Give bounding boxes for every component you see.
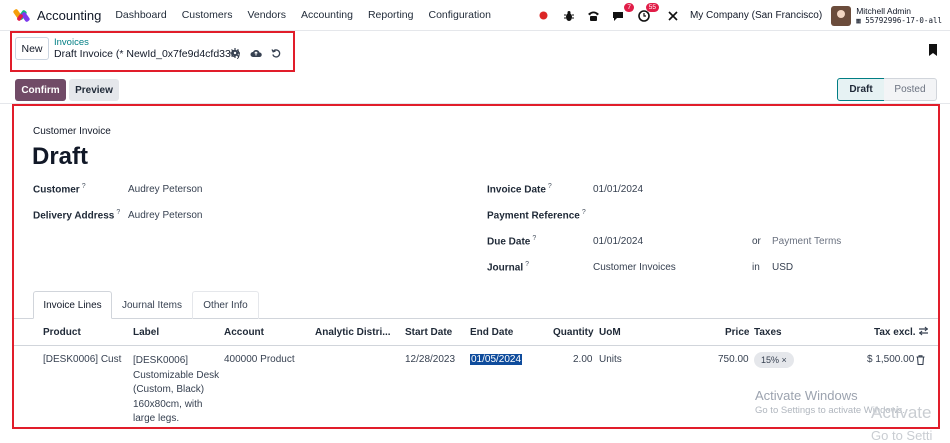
preview-button[interactable]: Preview [69,79,119,101]
row-uom[interactable]: Units [599,354,622,365]
due-date-help-icon[interactable]: ? [532,235,536,242]
chatter-toggle-icon[interactable] [928,43,940,57]
payment-reference-label: Payment Reference? [487,209,586,221]
due-date-field[interactable]: 01/01/2024 [593,236,643,247]
invoice-date-help-icon[interactable]: ? [548,183,552,190]
delivery-address-help-icon[interactable]: ? [116,209,120,216]
activity-badge: 55 [645,2,659,12]
row-end-date[interactable]: 01/05/2024 [470,354,523,365]
discard-icon[interactable] [270,47,282,59]
invoice-date-label-text: Invoice Date [487,184,546,196]
user-name: Mitchell Admin [856,5,912,16]
row-end-date-value: 01/05/2024 [470,354,523,365]
payment-reference-help-icon[interactable]: ? [582,209,586,216]
invoice-date-label: Invoice Date? [487,183,552,195]
col-uom[interactable]: UoM [599,327,621,338]
status-dot-icon[interactable] [536,8,552,24]
col-taxes[interactable]: Taxes [754,327,782,338]
delivery-address-label-text: Delivery Address [33,210,115,222]
col-end-date[interactable]: End Date [470,327,513,338]
app-title: Accounting [37,7,102,23]
row-price[interactable]: 750.00 [718,354,749,365]
due-date-label-text: Due Date [487,236,531,248]
invoice-date-field[interactable]: 01/01/2024 [593,184,643,195]
delivery-address-label: Delivery Address? [33,209,120,221]
windows-watermark-title-overlay: Activate [871,403,932,422]
chat-badge: 7 [624,2,634,12]
due-date-or-text: or [752,236,761,247]
app-brand[interactable]: Accounting [12,7,115,23]
bug-icon[interactable] [561,8,577,24]
payment-terms-field[interactable]: Payment Terms [772,236,841,247]
row-start-date[interactable]: 12/28/2023 [405,354,455,365]
database-name: ▦ 55792996-17-0-all [856,15,942,25]
row-quantity[interactable]: 2.00 [573,354,592,365]
menu-configuration[interactable]: Configuration [428,9,490,21]
col-product[interactable]: Product [43,327,81,338]
tab-other-info[interactable]: Other Info [192,291,259,319]
breadcrumb-invoices[interactable]: Invoices [54,37,89,48]
stage-posted[interactable]: Posted [884,78,937,101]
col-quantity[interactable]: Quantity [553,327,594,338]
col-tax-excl[interactable]: Tax excl. [874,327,916,338]
company-switcher[interactable]: My Company (San Francisco) [690,10,822,21]
invoice-name: Draft [32,143,89,170]
journal-label-text: Journal [487,262,524,274]
menu-reporting[interactable]: Reporting [368,9,414,21]
payment-reference-field[interactable] [593,210,893,222]
col-account[interactable]: Account [224,327,264,338]
menu-dashboard[interactable]: Dashboard [115,9,166,21]
user-menu[interactable]: Mitchell Admin ▦ 55792996-17-0-all [856,6,942,26]
customer-label: Customer? [33,183,86,195]
windows-watermark-subtitle-overlay: Go to Setti [871,428,933,443]
col-price[interactable]: Price [725,327,749,338]
gear-icon[interactable] [229,47,241,59]
customer-help-icon[interactable]: ? [82,183,86,190]
menu-accounting[interactable]: Accounting [301,9,353,21]
menu-vendors[interactable]: Vendors [247,9,286,21]
confirm-button[interactable]: Confirm [15,79,66,101]
top-navbar: Accounting Dashboard Customers Vendors A… [0,0,950,31]
main-menu: Dashboard Customers Vendors Accounting R… [115,9,506,21]
journal-help-icon[interactable]: ? [525,261,529,268]
avatar[interactable] [831,5,852,26]
row-label[interactable]: [DESK0006] Customizable Desk (Custom, Bl… [133,354,221,427]
customer-label-text: Customer [33,184,80,196]
tools-icon[interactable] [665,8,681,24]
column-settings-icon[interactable] [918,326,929,339]
clock-icon[interactable]: 55 [636,2,659,24]
currency-field[interactable]: USD [772,262,793,273]
systray: 7 55 My Company (San Francisco) Mitchell… [536,0,942,31]
due-date-label: Due Date? [487,235,536,247]
payment-reference-label-text: Payment Reference [487,210,580,222]
journal-in-text: in [752,262,760,273]
save-cloud-icon[interactable] [250,47,262,59]
record-title: Draft Invoice (* NewId_0x7fe9d4cfd330) [54,48,241,60]
journal-label: Journal? [487,261,529,273]
customer-field[interactable]: Audrey Peterson [128,184,203,195]
tab-journal-items[interactable]: Journal Items [112,291,192,319]
row-product[interactable]: [DESK0006] Cust [43,354,123,365]
tax-tag[interactable]: 15% × [754,352,794,368]
accounting-logo-icon [12,7,31,23]
menu-customers[interactable]: Customers [182,9,233,21]
database-label: 55792996-17-0-all [865,15,942,25]
col-start-date[interactable]: Start Date [405,327,452,338]
journal-field[interactable]: Customer Invoices [593,262,676,273]
phone-icon[interactable] [586,8,602,24]
row-subtotal: $ 1,500.00 [867,354,915,365]
stage-draft[interactable]: Draft [837,78,885,101]
col-label[interactable]: Label [133,327,159,338]
move-type-label: Customer Invoice [33,126,111,137]
delete-row-icon[interactable] [916,355,925,368]
delivery-address-field[interactable]: Audrey Peterson [128,210,203,221]
col-analytic[interactable]: Analytic Distri... [315,327,391,338]
tab-invoice-lines[interactable]: Invoice Lines [33,291,112,319]
new-button[interactable]: New [15,37,49,60]
table-header-divider [14,345,938,346]
windows-watermark-title: Activate Windows [755,388,858,403]
row-account[interactable]: 400000 Product S [224,354,297,365]
chat-icon[interactable]: 7 [611,2,634,24]
